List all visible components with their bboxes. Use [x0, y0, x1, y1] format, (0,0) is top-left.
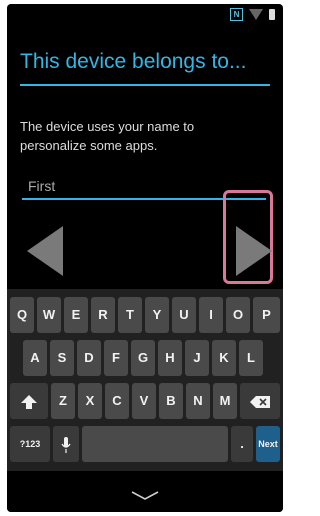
key-q[interactable]: Q — [10, 297, 34, 333]
shift-key[interactable] — [10, 383, 48, 419]
keyboard-row-2: A S D F G H J K L — [7, 340, 283, 380]
key-c[interactable]: C — [105, 383, 129, 419]
nfc-icon: N — [230, 8, 243, 21]
key-b[interactable]: B — [159, 383, 183, 419]
key-o[interactable]: O — [226, 297, 250, 333]
key-k[interactable]: K — [212, 340, 236, 376]
keyboard-row-1: Q W E R T Y U I O P — [7, 297, 283, 337]
next-key[interactable]: Next — [256, 426, 280, 462]
key-z[interactable]: Z — [51, 383, 75, 419]
chevron-down-icon[interactable] — [131, 491, 159, 500]
key-g[interactable]: G — [131, 340, 155, 376]
key-r[interactable]: R — [91, 297, 115, 333]
shift-arrow-icon — [21, 394, 37, 409]
key-d[interactable]: D — [77, 340, 101, 376]
key-y[interactable]: Y — [145, 297, 169, 333]
key-e[interactable]: E — [64, 297, 88, 333]
battery-icon — [269, 9, 275, 20]
space-key[interactable] — [82, 426, 228, 462]
keyboard-row-3: Z X C V B N M — [7, 383, 283, 423]
system-nav-bar — [7, 471, 283, 512]
key-a[interactable]: A — [23, 340, 47, 376]
status-bar: N — [7, 4, 283, 24]
backspace-key[interactable] — [240, 383, 280, 419]
key-j[interactable]: J — [185, 340, 209, 376]
key-t[interactable]: T — [118, 297, 142, 333]
key-x[interactable]: X — [78, 383, 102, 419]
left-triangle-icon — [27, 226, 63, 276]
right-triangle-icon — [236, 226, 272, 276]
back-button[interactable] — [25, 226, 67, 276]
symbols-key[interactable]: ?123 — [10, 426, 50, 462]
soft-keyboard: Q W E R T Y U I O P A S D F G H J K L Z — [7, 289, 283, 471]
next-button[interactable] — [232, 226, 274, 276]
key-u[interactable]: U — [172, 297, 196, 333]
page-title: This device belongs to... — [20, 50, 247, 73]
keyboard-row-4: ?123 . Next — [7, 426, 283, 466]
key-i[interactable]: I — [199, 297, 223, 333]
key-s[interactable]: S — [50, 340, 74, 376]
description-text: The device uses your name to personalize… — [20, 119, 195, 153]
phone-screen: N This device belongs to... The device u… — [7, 4, 283, 512]
title-divider — [20, 84, 270, 86]
wifi-icon — [249, 9, 263, 20]
key-l[interactable]: L — [239, 340, 263, 376]
key-h[interactable]: H — [158, 340, 182, 376]
key-v[interactable]: V — [132, 383, 156, 419]
period-key[interactable]: . — [231, 426, 253, 462]
key-m[interactable]: M — [213, 383, 237, 419]
microphone-icon — [61, 436, 71, 453]
mic-key[interactable] — [53, 426, 79, 462]
key-p[interactable]: P — [253, 297, 280, 333]
key-w[interactable]: W — [37, 297, 61, 333]
status-icons: N — [230, 8, 275, 21]
key-n[interactable]: N — [186, 383, 210, 419]
backspace-icon — [250, 395, 270, 408]
key-f[interactable]: F — [104, 340, 128, 376]
